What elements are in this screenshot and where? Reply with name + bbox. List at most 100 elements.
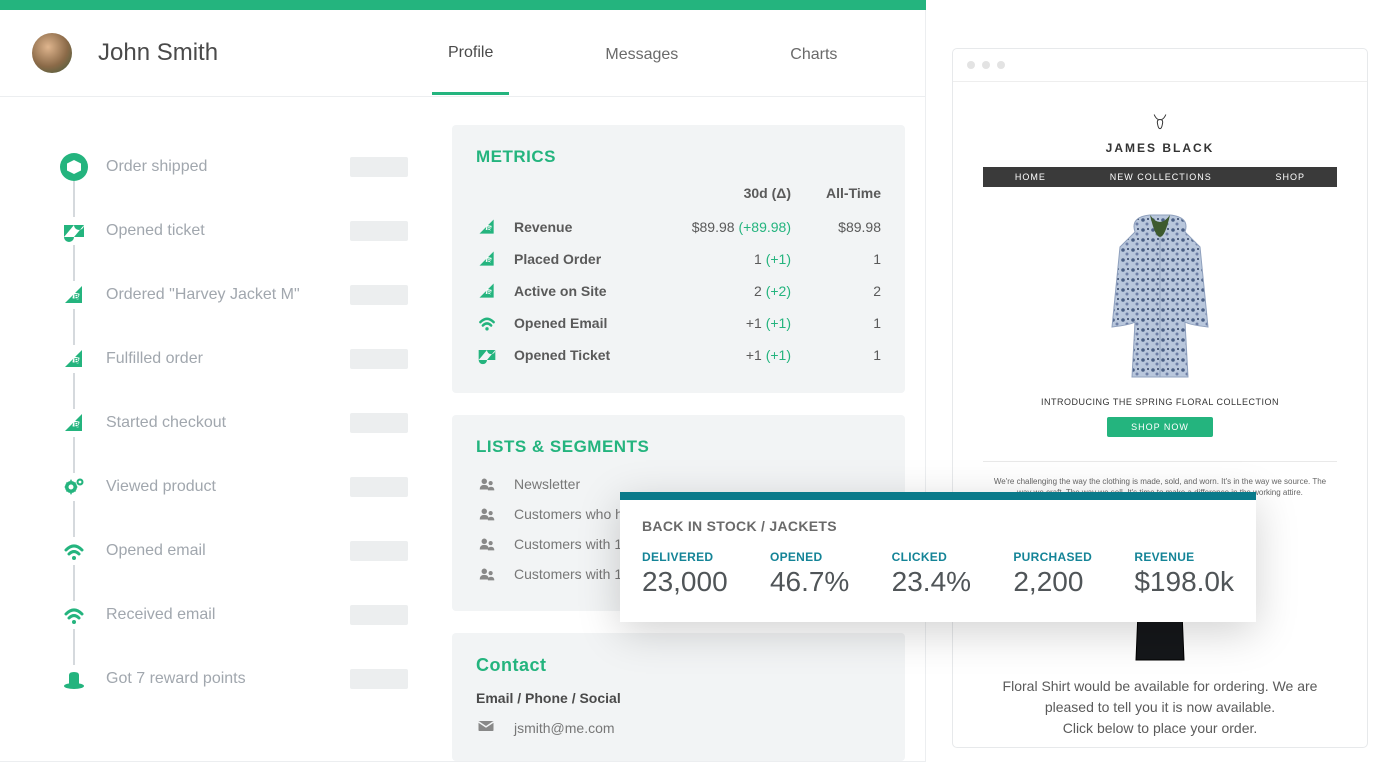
nav-item[interactable]: SHOP xyxy=(1276,172,1306,182)
metric-alltime: 1 xyxy=(791,347,881,363)
people-icon xyxy=(476,534,498,554)
metrics-title: METRICS xyxy=(476,147,881,167)
timeline-label: Got 7 reward points xyxy=(106,670,350,688)
list-label: Customers with 1 xyxy=(514,566,622,582)
activity-timeline: Order shipped Opened ticket Ordered "Har… xyxy=(0,97,432,783)
timeline-label: Received email xyxy=(106,606,350,624)
wifi-icon xyxy=(476,312,498,334)
intro-text: INTRODUCING THE SPRING FLORAL COLLECTION xyxy=(983,397,1337,407)
timeline-label: Ordered "Harvey Jacket M" xyxy=(106,286,350,304)
zendesk-icon xyxy=(476,344,498,366)
window-dot xyxy=(982,61,990,69)
metric-label: Placed Order xyxy=(514,251,661,267)
metric-alltime: 2 xyxy=(791,283,881,299)
timeline-item[interactable]: Opened email xyxy=(60,519,408,583)
contact-card: Contact Email / Phone / Social jsmith@me… xyxy=(452,633,905,761)
commerce-icon xyxy=(60,409,88,437)
metric-30d: 1 (+1) xyxy=(661,251,791,267)
people-icon xyxy=(476,564,498,584)
restock-line2: Click below to place your order. xyxy=(983,718,1337,739)
username: John Smith xyxy=(98,39,218,67)
timestamp-placeholder xyxy=(350,605,408,625)
gear-icon xyxy=(60,473,88,501)
mail-icon xyxy=(476,716,498,739)
contact-subheading: Email / Phone / Social xyxy=(476,690,881,706)
metric-alltime: 1 xyxy=(791,251,881,267)
people-icon xyxy=(476,474,498,494)
commerce-icon xyxy=(476,248,498,270)
list-label: Customers with 1 xyxy=(514,536,622,552)
metric-row: Placed Order1 (+1)1 xyxy=(476,243,881,275)
nav-item[interactable]: HOME xyxy=(1015,172,1046,182)
timeline-item[interactable]: Got 7 reward points xyxy=(60,647,408,711)
email-preview-window: JAMES BLACK HOME NEW COLLECTIONS SHOP xyxy=(952,48,1368,748)
lists-title: LISTS & SEGMENTS xyxy=(476,437,881,457)
campaign-stats-card: BACK IN STOCK / JACKETS DELIVERED23,000 O… xyxy=(620,492,1256,622)
accent-bar xyxy=(0,0,926,10)
stat-label: PURCHASED xyxy=(1013,550,1092,564)
timestamp-placeholder xyxy=(350,157,408,177)
metric-alltime: $89.98 xyxy=(791,219,881,235)
commerce-icon xyxy=(60,345,88,373)
metric-label: Active on Site xyxy=(514,283,661,299)
timeline-label: Viewed product xyxy=(106,478,350,496)
timeline-item[interactable]: Started checkout xyxy=(60,391,408,455)
timeline-item[interactable]: Fulfilled order xyxy=(60,327,408,391)
commerce-icon xyxy=(60,281,88,309)
metric-row: Opened Ticket+1 (+1)1 xyxy=(476,339,881,371)
deer-icon xyxy=(983,112,1337,135)
stats-title: BACK IN STOCK / JACKETS xyxy=(642,518,1234,534)
metrics-card: METRICS 30d (Δ) All-Time Revenue$89.98 (… xyxy=(452,125,905,393)
stat-value: 46.7% xyxy=(770,566,849,598)
timeline-item[interactable]: Received email xyxy=(60,583,408,647)
nav-item[interactable]: NEW COLLECTIONS xyxy=(1110,172,1212,182)
metric-30d: +1 (+1) xyxy=(661,315,791,331)
timeline-item[interactable]: Ordered "Harvey Jacket M" xyxy=(60,263,408,327)
timeline-item[interactable]: Viewed product xyxy=(60,455,408,519)
timeline-item[interactable]: Order shipped xyxy=(60,135,408,199)
metric-30d: 2 (+2) xyxy=(661,283,791,299)
box-icon xyxy=(60,153,88,181)
wifi-icon xyxy=(60,537,88,565)
commerce-icon xyxy=(476,216,498,238)
window-dot xyxy=(997,61,1005,69)
email-nav: HOME NEW COLLECTIONS SHOP xyxy=(983,167,1337,187)
stat-value: 2,200 xyxy=(1013,566,1092,598)
tab-messages[interactable]: Messages xyxy=(589,14,694,94)
stat-value: $198.0k xyxy=(1134,566,1234,598)
stat-purchased: PURCHASED 2,200 xyxy=(1013,550,1092,598)
timeline-item[interactable]: Opened ticket xyxy=(60,199,408,263)
contact-email-row[interactable]: jsmith@me.com xyxy=(476,716,881,739)
hat-icon xyxy=(60,665,88,693)
shop-now-button[interactable]: SHOP NOW xyxy=(1107,417,1213,437)
restock-line1: Floral Shirt would be available for orde… xyxy=(983,676,1337,718)
timestamp-placeholder xyxy=(350,541,408,561)
col-30d: 30d (Δ) xyxy=(661,185,791,201)
commerce-icon xyxy=(476,280,498,302)
email-content: JAMES BLACK HOME NEW COLLECTIONS SHOP xyxy=(953,82,1367,739)
metric-30d: $89.98 (+89.98) xyxy=(661,219,791,235)
timestamp-placeholder xyxy=(350,477,408,497)
stat-revenue: REVENUE $198.0k xyxy=(1134,550,1234,598)
people-icon xyxy=(476,504,498,524)
avatar[interactable] xyxy=(32,33,72,73)
metric-label: Revenue xyxy=(514,219,661,235)
timeline-label: Order shipped xyxy=(106,158,350,176)
tab-profile[interactable]: Profile xyxy=(432,12,509,95)
zendesk-icon xyxy=(60,217,88,245)
timeline-label: Started checkout xyxy=(106,414,350,432)
stat-delivered: DELIVERED23,000 xyxy=(642,550,728,598)
timestamp-placeholder xyxy=(350,285,408,305)
metric-row: Opened Email+1 (+1)1 xyxy=(476,307,881,339)
timestamp-placeholder xyxy=(350,349,408,369)
header: John Smith Profile Messages Charts xyxy=(0,10,925,97)
metric-30d: +1 (+1) xyxy=(661,347,791,363)
stat-value: 23.4% xyxy=(892,566,971,598)
window-dot xyxy=(967,61,975,69)
stat-label: CLICKED xyxy=(892,550,971,564)
stat-label: OPENED xyxy=(770,550,849,564)
stat-label: REVENUE xyxy=(1134,550,1234,564)
list-label: Newsletter xyxy=(514,476,580,492)
tab-charts[interactable]: Charts xyxy=(774,14,853,94)
timestamp-placeholder xyxy=(350,669,408,689)
